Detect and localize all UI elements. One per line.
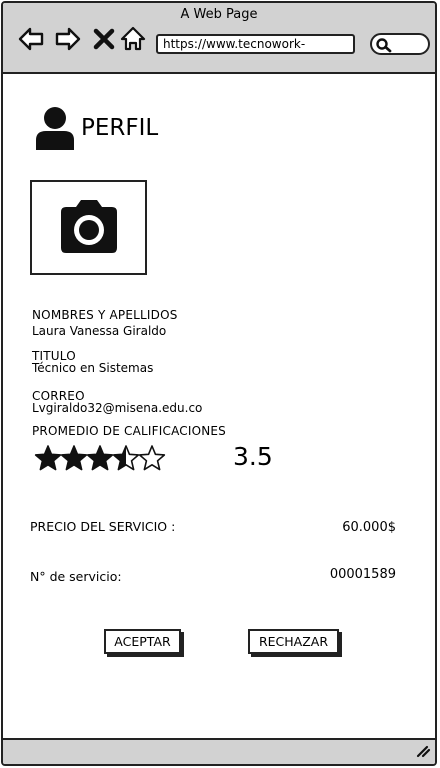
close-icon[interactable] [92, 25, 120, 53]
browser-status-bar [3, 738, 435, 764]
star-icon[interactable] [34, 445, 62, 471]
names-value: Laura Vanessa Giraldo [32, 324, 167, 338]
rating-stars[interactable] [34, 444, 166, 474]
star-icon[interactable] [60, 445, 88, 471]
page-title: PERFIL [81, 115, 159, 141]
arrow-left-icon[interactable] [17, 25, 45, 53]
service-number-value: 00001589 [329, 567, 396, 582]
search-icon [376, 38, 392, 53]
star-icon[interactable] [138, 445, 166, 471]
resize-grip-icon[interactable] [415, 742, 431, 762]
star-icon[interactable] [86, 445, 114, 471]
window-title: A Web Page [180, 7, 258, 22]
arrow-right-icon[interactable] [54, 25, 82, 53]
service-number-label: N° de servicio: [30, 569, 122, 584]
email-value: Lvgiraldo32@misena.edu.co [32, 401, 203, 415]
star-icon[interactable] [112, 445, 140, 471]
reject-button[interactable]: RECHAZAR [248, 629, 339, 654]
profile-photo[interactable] [30, 180, 147, 275]
title-value: Técnico en Sistemas [32, 361, 154, 375]
url-input[interactable]: https://www.tecnowork- [156, 34, 355, 54]
user-icon [34, 106, 76, 154]
rating-label: PROMEDIO DE CALIFICACIONES [32, 424, 227, 438]
price-value: 60.000$ [342, 520, 396, 535]
names-label: NOMBRES Y APELLIDOS [32, 308, 178, 322]
browser-window: A Web Page https://www.tecnowork- PERFIL… [1, 1, 437, 766]
price-label: PRECIO DEL SERVICIO : [30, 519, 176, 534]
browser-toolbar: A Web Page https://www.tecnowork- [3, 3, 435, 74]
home-icon[interactable] [119, 25, 147, 53]
camera-icon [61, 200, 117, 253]
accept-button[interactable]: ACEPTAR [104, 629, 181, 654]
search-input[interactable] [370, 33, 430, 55]
rating-value: 3.5 [233, 442, 273, 471]
